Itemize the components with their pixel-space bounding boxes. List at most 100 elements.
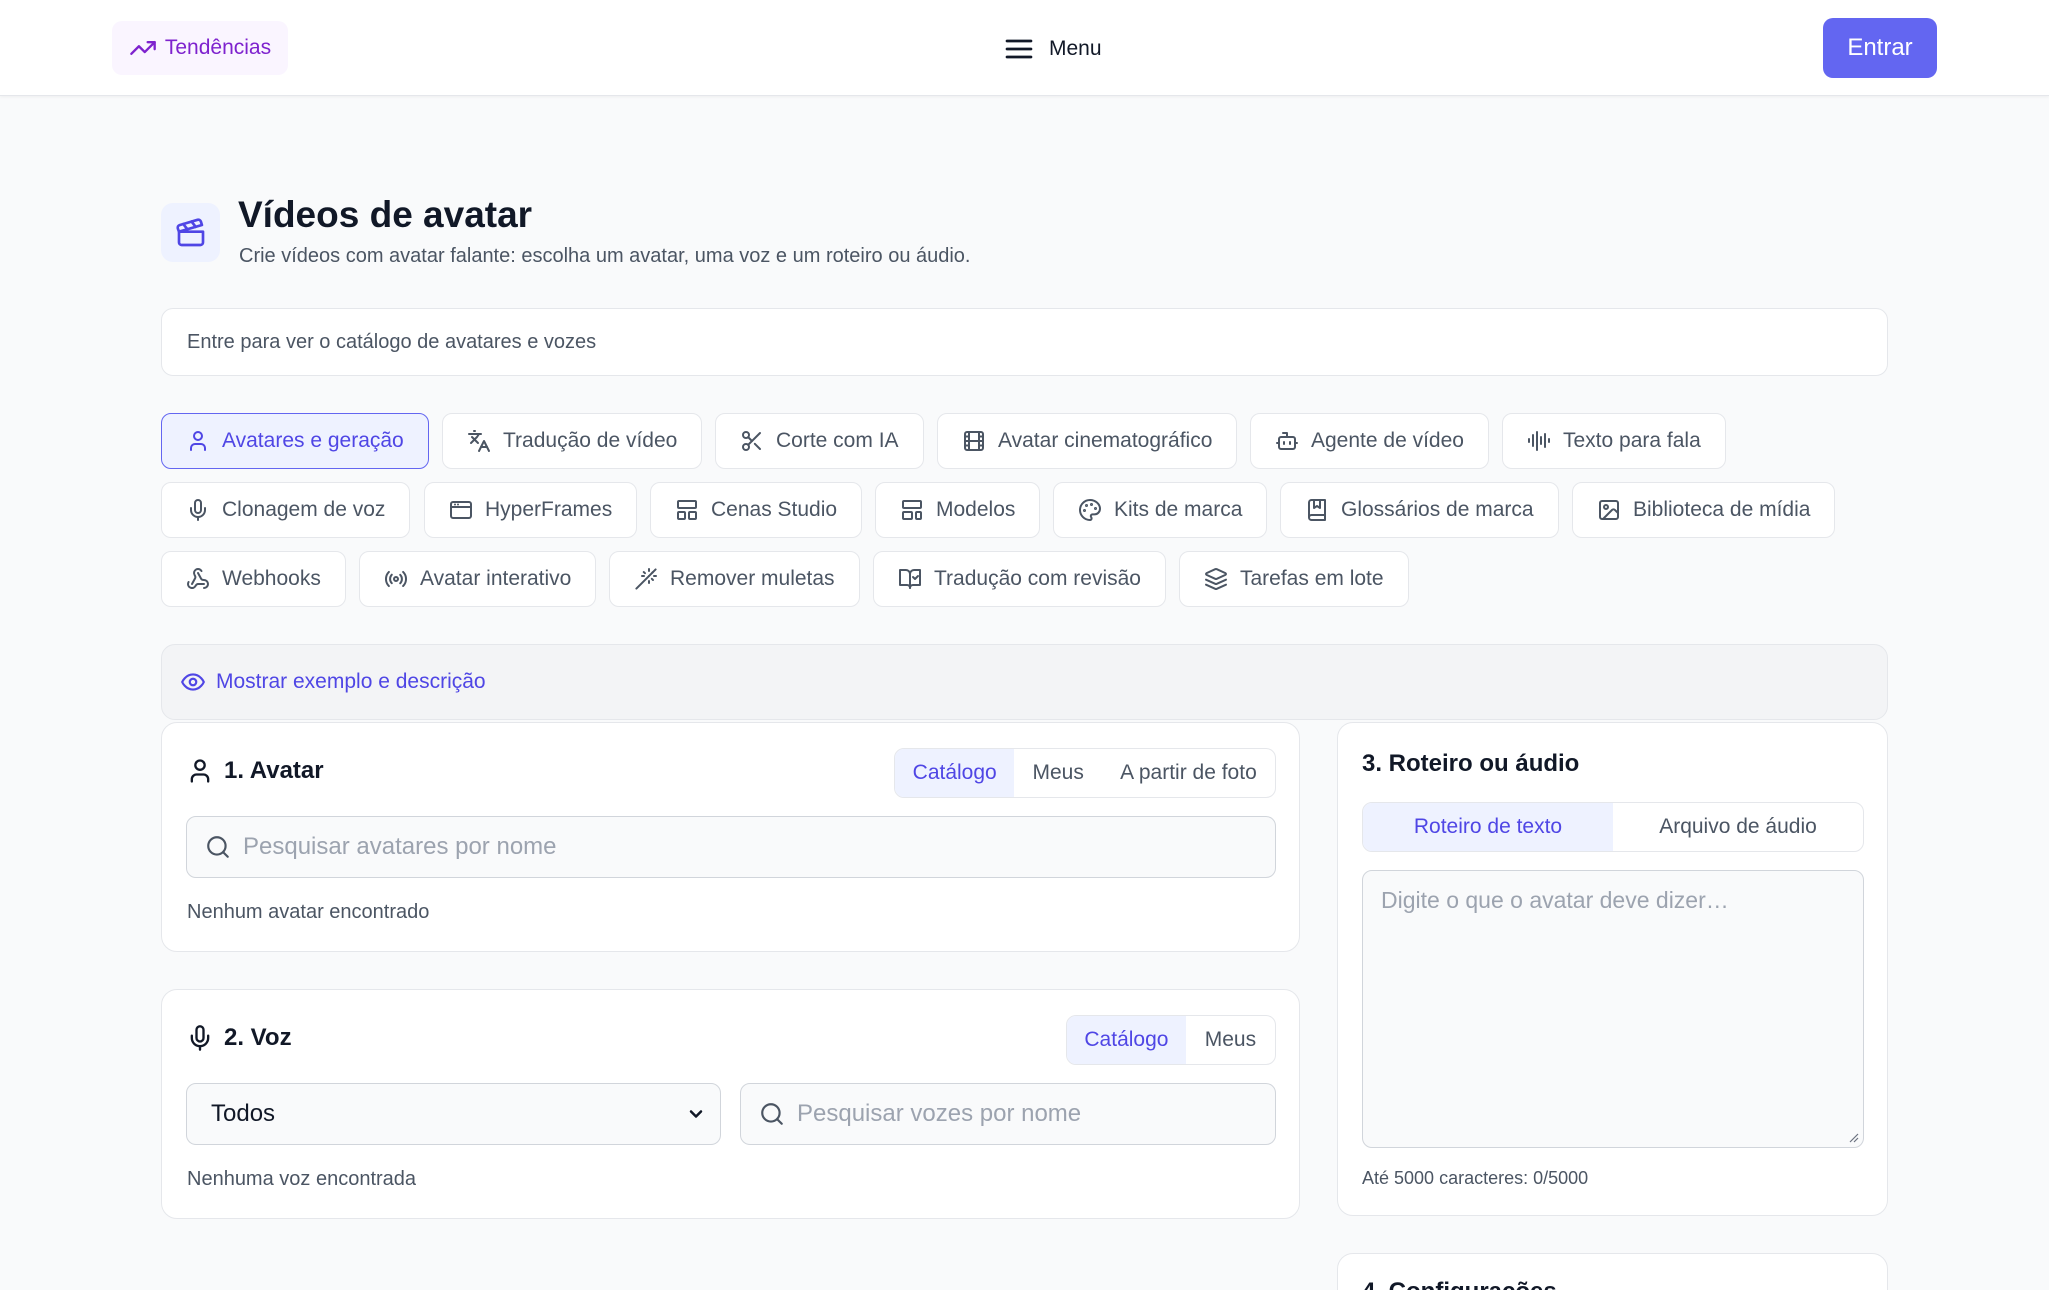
tool-chip-label: Kits de marca: [1114, 498, 1243, 521]
tool-chip-texto-para-fala[interactable]: Texto para fala: [1502, 413, 1726, 469]
tool-chip-webhooks[interactable]: Webhooks: [161, 551, 346, 607]
settings-card-title: 4. Configurações: [1362, 1278, 1557, 1290]
tool-chip-modelos[interactable]: Modelos: [875, 482, 1041, 538]
tool-chip-corte-com-ia[interactable]: Corte com IA: [715, 413, 924, 469]
tool-chip-label: Clonagem de voz: [222, 498, 386, 521]
robot-icon: [1276, 432, 1298, 450]
eye-icon: [181, 673, 205, 691]
avatar-card-title-text: 1. Avatar: [224, 757, 324, 784]
page-subtitle: Crie vídeos com avatar falante: escolha …: [239, 245, 971, 267]
user-icon: [190, 431, 206, 451]
settings-card: 4. Configurações: [1337, 1253, 1888, 1290]
voice-tab-catalogo[interactable]: Catálogo: [1067, 1016, 1186, 1064]
tool-chip-avatar-interativo[interactable]: Avatar interativo: [359, 551, 597, 607]
tool-chip-label: Glossários de marca: [1341, 498, 1534, 521]
tool-chip-glossarios-de-marca[interactable]: Glossários de marca: [1280, 482, 1559, 538]
palette-icon: [1079, 499, 1101, 521]
tool-chip-label: HyperFrames: [485, 498, 613, 521]
avatar-source-tabs: Catálogo Meus A partir de foto: [894, 748, 1276, 798]
tool-chip-label: Texto para fala: [1563, 429, 1701, 452]
tool-chip-label: Remover muletas: [670, 567, 835, 590]
script-tab-roteiro-de-texto[interactable]: Roteiro de texto: [1363, 803, 1613, 851]
avatar-tab-a-partir-de-foto[interactable]: A partir de foto: [1102, 749, 1275, 797]
tool-chip-label: Corte com IA: [776, 429, 899, 452]
tool-chip-label: Modelos: [936, 498, 1016, 521]
tool-chip-label: Tradução com revisão: [934, 567, 1141, 590]
tool-chip-avatar-cinematografico[interactable]: Avatar cinematográfico: [937, 413, 1238, 469]
tool-chip-label: Agente de vídeo: [1311, 429, 1464, 452]
trending-label: Tendências: [164, 36, 272, 59]
script-source-tabs: Roteiro de texto Arquivo de áudio: [1362, 802, 1864, 852]
hamburger-icon: [1005, 39, 1033, 59]
login-notice: Entre para ver o catálogo de avatares e …: [161, 308, 1888, 376]
voice-search-input[interactable]: [797, 1100, 1275, 1128]
microphone-icon: [190, 1025, 210, 1051]
tool-chip-kits-de-marca[interactable]: Kits de marca: [1053, 482, 1268, 538]
tool-chip-avatares-e-geracao[interactable]: Avatares e geração: [161, 413, 429, 469]
avatar-tab-catalogo[interactable]: Catálogo: [895, 749, 1015, 797]
tool-chip-label: Avatares e geração: [222, 429, 404, 452]
top-header: Tendências Menu Entrar: [0, 0, 2049, 96]
tool-chip-traducao-de-video[interactable]: Tradução de vídeo: [442, 413, 703, 469]
tool-chip-label: Avatar cinematográfico: [998, 429, 1213, 452]
broadcast-icon: [384, 570, 408, 588]
page-title: Vídeos de avatar: [238, 194, 533, 235]
script-textarea[interactable]: Digite o que o avatar deve dizer…: [1362, 870, 1864, 1148]
tool-chip-tarefas-em-lote[interactable]: Tarefas em lote: [1179, 551, 1409, 607]
avatar-search-input[interactable]: [243, 833, 1275, 861]
layout-icon: [677, 500, 697, 520]
show-example-toggle[interactable]: Mostrar exemplo e descrição: [161, 644, 1888, 720]
char-count: Até 5000 caracteres: 0/5000: [1362, 1168, 1589, 1188]
resize-grip-icon[interactable]: [1847, 1131, 1859, 1143]
film-icon: [964, 431, 984, 451]
avatar-tab-meus[interactable]: Meus: [1014, 749, 1102, 797]
voice-search-field[interactable]: [740, 1083, 1276, 1145]
voice-source-tabs: Catálogo Meus: [1066, 1015, 1276, 1065]
voice-tab-meus[interactable]: Meus: [1186, 1016, 1275, 1064]
webhook-icon: [187, 568, 209, 589]
tool-chip-agente-de-video[interactable]: Agente de vídeo: [1250, 413, 1489, 469]
translate-icon: [468, 430, 490, 452]
show-example-label: Mostrar exemplo e descrição: [216, 670, 486, 693]
voice-card-title-text: 2. Voz: [224, 1024, 292, 1051]
search-icon: [207, 836, 229, 858]
magic-wand-icon: [635, 568, 657, 590]
tool-chip-clonagem-de-voz[interactable]: Clonagem de voz: [161, 482, 411, 538]
search-icon: [761, 1103, 783, 1125]
avatar-card: 1. Avatar Catálogo Meus A partir de foto…: [161, 722, 1300, 952]
browser-window-icon: [450, 501, 472, 519]
clapperboard-icon: [161, 203, 220, 262]
tool-chip-label: Avatar interativo: [420, 567, 572, 590]
tool-chip-traducao-com-revisao[interactable]: Tradução com revisão: [873, 551, 1166, 607]
script-tab-arquivo-de-audio[interactable]: Arquivo de áudio: [1613, 803, 1863, 851]
tool-chip-hyperframes[interactable]: HyperFrames: [424, 482, 638, 538]
tool-chip-cenas-studio[interactable]: Cenas Studio: [650, 482, 863, 538]
tool-chip-label: Tradução de vídeo: [503, 429, 678, 452]
microphone-icon: [190, 499, 206, 521]
menu-label: Menu: [1049, 37, 1102, 60]
chevron-down-icon: [689, 1110, 703, 1118]
voice-card: 2. Voz Catálogo Meus Todos Nenhuma voz e…: [161, 989, 1300, 1219]
voice-filter-value: Todos: [211, 1100, 276, 1127]
script-textarea-placeholder: Digite o que o avatar deve dizer…: [1381, 887, 1729, 913]
script-card-title: 3. Roteiro ou áudio: [1362, 750, 1580, 777]
audio-wave-icon: [1528, 431, 1550, 451]
avatar-search-field[interactable]: [186, 816, 1276, 878]
scissors-icon: [742, 431, 761, 451]
tool-chip-label: Webhooks: [222, 567, 321, 590]
voice-empty-text: Nenhuma voz encontrada: [187, 1168, 417, 1190]
avatar-empty-text: Nenhum avatar encontrado: [187, 901, 430, 923]
enter-button[interactable]: Entrar: [1823, 18, 1937, 78]
tool-chip-biblioteca-de-midia[interactable]: Biblioteca de mídia: [1572, 482, 1836, 538]
book-icon: [1308, 499, 1326, 521]
voice-card-title: 2. Voz: [186, 1024, 292, 1052]
voice-filter-select[interactable]: Todos: [186, 1083, 721, 1145]
avatar-card-title: 1. Avatar: [186, 757, 324, 785]
template-icon: [902, 500, 922, 520]
tool-chip-remover-muletas[interactable]: Remover muletas: [609, 551, 860, 607]
tool-chip-label: Biblioteca de mídia: [1633, 498, 1811, 521]
layers-icon: [1205, 568, 1227, 590]
user-icon: [190, 759, 210, 783]
trending-button[interactable]: Tendências: [112, 21, 288, 75]
menu-button[interactable]: Menu: [1003, 30, 1102, 68]
